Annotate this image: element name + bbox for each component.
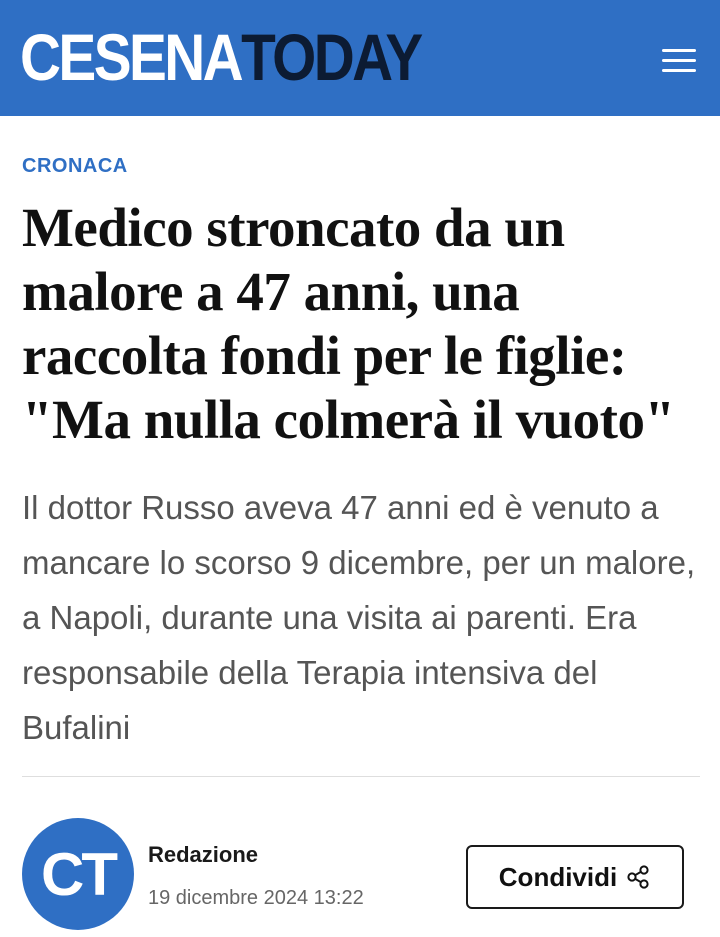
author-name[interactable]: Redazione xyxy=(148,842,258,868)
article-headline: Medico stroncato da un malore a 47 anni,… xyxy=(22,197,675,450)
hamburger-menu-icon[interactable] xyxy=(656,44,702,78)
site-header: CESENA TODAY xyxy=(0,0,720,116)
logo-today: TODAY xyxy=(241,20,423,94)
divider xyxy=(22,776,700,777)
share-button[interactable]: Condividi xyxy=(466,845,684,909)
logo-cesena: CESENA xyxy=(20,20,244,94)
author-avatar[interactable]: CT xyxy=(22,818,134,930)
share-icon xyxy=(627,865,649,889)
category-link[interactable]: CRONACA xyxy=(22,155,128,178)
share-button-label: Condividi xyxy=(498,861,618,892)
article-summary: Il dottor Russo aveva 47 anni ed è venut… xyxy=(22,489,696,746)
publish-date: 19 dicembre 2024 13:22 xyxy=(148,887,364,909)
site-logo[interactable]: CESENA TODAY xyxy=(20,20,423,94)
